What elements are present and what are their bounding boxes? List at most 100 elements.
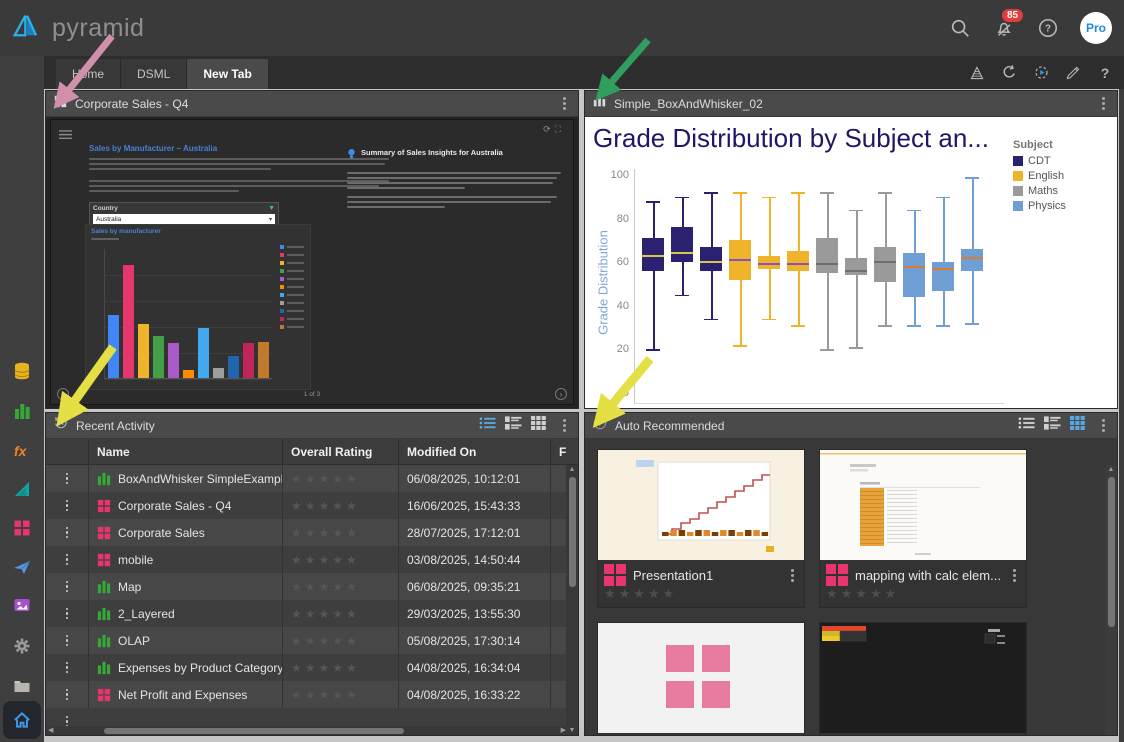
view-gridv-icon-active[interactable] bbox=[1070, 416, 1085, 435]
row-menu-icon[interactable] bbox=[61, 498, 73, 514]
rating-stars[interactable]: ★★★★★ bbox=[291, 472, 360, 486]
rating-stars[interactable]: ★★★★★ bbox=[291, 661, 360, 675]
row-menu-icon[interactable] bbox=[61, 714, 73, 728]
table-row[interactable]: BoxAndWhisker SimpleExample★★★★★06/08/20… bbox=[46, 465, 568, 492]
rating-stars[interactable]: ★★★★★ bbox=[291, 688, 360, 702]
scrollbar-thumb[interactable] bbox=[569, 477, 576, 587]
rating-stars[interactable]: ★★★★★ bbox=[291, 634, 360, 648]
card-thumbnail[interactable] bbox=[598, 450, 804, 560]
next-slide-button[interactable]: › bbox=[555, 388, 567, 400]
rating-stars[interactable]: ★★★★★ bbox=[598, 586, 804, 607]
recommended-card[interactable]: mapping with calc elem...★★★★★ bbox=[819, 449, 1027, 608]
column-header-overall-rating[interactable]: Overall Rating bbox=[282, 439, 398, 464]
sidebar-item-paper-plane[interactable] bbox=[12, 557, 32, 577]
panel-menu-icon[interactable] bbox=[558, 96, 570, 112]
rating-stars[interactable]: ★★★★★ bbox=[291, 553, 360, 567]
table-row[interactable]: Corporate Sales★★★★★28/07/2025, 17:12:01 bbox=[46, 519, 568, 546]
table-row[interactable]: OLAP★★★★★05/08/2025, 17:30:14 bbox=[46, 627, 568, 654]
sidebar-item-home[interactable] bbox=[3, 701, 41, 739]
rating-stars[interactable]: ★★★★★ bbox=[291, 499, 360, 513]
pyramid-tool-icon[interactable] bbox=[968, 64, 986, 82]
sidebar-item-database[interactable] bbox=[12, 361, 32, 381]
scroll-up-icon[interactable]: ▲ bbox=[569, 465, 576, 475]
tab-new-tab[interactable]: New Tab bbox=[187, 59, 268, 89]
scroll-right-icon[interactable]: ▶ bbox=[561, 726, 566, 736]
table-row[interactable]: Expenses by Product Category a★★★★★04/08… bbox=[46, 654, 568, 681]
help-icon[interactable]: ? bbox=[1036, 16, 1060, 40]
sidebar-item-grid[interactable] bbox=[12, 518, 32, 538]
sidebar-item-bar-chart[interactable] bbox=[12, 401, 32, 421]
table-row[interactable]: mobile★★★★★03/08/2025, 14:50:44 bbox=[46, 546, 568, 573]
row-menu-icon[interactable] bbox=[61, 471, 73, 487]
recommended-card[interactable]: ★★★★★ bbox=[597, 622, 805, 736]
filter-dropdown[interactable]: Australia▾ bbox=[93, 214, 275, 224]
slide-menu-icon[interactable] bbox=[59, 126, 72, 144]
refresh-run-icon[interactable] bbox=[1032, 64, 1050, 82]
row-menu-icon[interactable] bbox=[61, 525, 73, 541]
rating-stars[interactable]: ★★★★★ bbox=[291, 526, 360, 540]
search-icon[interactable] bbox=[948, 16, 972, 40]
row-menu-icon[interactable] bbox=[61, 552, 73, 568]
sidebar-item-gear[interactable] bbox=[12, 636, 32, 656]
tab-dsml[interactable]: DSML bbox=[121, 59, 187, 89]
row-menu-icon[interactable] bbox=[61, 633, 73, 649]
table-row[interactable] bbox=[46, 708, 568, 727]
view-detail-icon[interactable] bbox=[505, 416, 522, 435]
recommended-card[interactable]: ★★★★★ bbox=[819, 622, 1027, 736]
sidebar-item-set-square[interactable] bbox=[12, 479, 32, 499]
avatar[interactable]: Pro bbox=[1080, 12, 1112, 44]
scrollbar-thumb[interactable] bbox=[1108, 477, 1115, 627]
view-list-icon-active[interactable] bbox=[479, 416, 496, 435]
edit-pencil-icon[interactable] bbox=[1064, 64, 1082, 82]
card-menu-icon[interactable] bbox=[1008, 567, 1020, 583]
column-header-name[interactable]: Name bbox=[88, 439, 282, 464]
table-row[interactable]: Corporate Sales - Q4★★★★★16/06/2025, 15:… bbox=[46, 492, 568, 519]
panel-menu-icon[interactable] bbox=[1097, 418, 1109, 434]
scroll-left-icon[interactable]: ◀ bbox=[48, 726, 53, 736]
recommended-card[interactable]: Presentation1★★★★★ bbox=[597, 449, 805, 608]
row-menu-icon[interactable] bbox=[61, 579, 73, 595]
boxwhisker-chart[interactable]: Grade Distribution by Subject an...Grade… bbox=[585, 117, 1117, 408]
table-vertical-scrollbar[interactable]: ▲ ▼ bbox=[566, 465, 578, 736]
card-thumbnail[interactable] bbox=[820, 450, 1026, 560]
panel-header[interactable]: Simple_BoxAndWhisker_02 bbox=[585, 91, 1117, 117]
view-list-icon[interactable] bbox=[1018, 416, 1035, 435]
table-row[interactable]: Net Profit and Expenses★★★★★04/08/2025, … bbox=[46, 681, 568, 708]
sidebar-item-folder[interactable] bbox=[12, 676, 32, 696]
scrollbar-thumb[interactable] bbox=[104, 728, 404, 734]
scroll-down-icon[interactable]: ▼ bbox=[569, 726, 576, 736]
table-row[interactable]: Map★★★★★06/08/2025, 09:35:21 bbox=[46, 573, 568, 600]
sidebar-item-image[interactable] bbox=[12, 595, 32, 615]
rating-stars[interactable]: ★★★★★ bbox=[291, 580, 360, 594]
panel-header[interactable]: Auto Recommended bbox=[585, 413, 1117, 439]
presentation-preview[interactable]: ⟳⛶Sales by Manufacturer – AustraliaCount… bbox=[50, 119, 574, 405]
undo-icon[interactable] bbox=[1000, 64, 1018, 82]
tab-home[interactable]: Home bbox=[56, 59, 121, 89]
card-thumbnail[interactable] bbox=[598, 623, 804, 733]
tab-help-icon[interactable]: ? bbox=[1096, 64, 1114, 82]
column-header-f[interactable]: F bbox=[550, 439, 568, 464]
notifications-icon[interactable]: 85 bbox=[992, 16, 1016, 40]
row-menu-icon[interactable] bbox=[61, 687, 73, 703]
sidebar-item-formulas[interactable]: fx bbox=[12, 441, 32, 461]
panel-header[interactable]: Corporate Sales - Q4 bbox=[46, 91, 578, 117]
card-menu-icon[interactable] bbox=[786, 567, 798, 583]
panel-menu-icon[interactable] bbox=[1097, 96, 1109, 112]
row-menu-icon[interactable] bbox=[61, 606, 73, 622]
table-row[interactable]: 2_Layered★★★★★29/03/2025, 13:55:30 bbox=[46, 600, 568, 627]
view-gridv-icon[interactable] bbox=[531, 416, 546, 435]
panel-menu-icon[interactable] bbox=[558, 418, 570, 434]
table-horizontal-scrollbar[interactable]: ◀ ▶ bbox=[46, 726, 568, 735]
card-thumbnail[interactable] bbox=[820, 623, 1026, 733]
row-cell-menu bbox=[46, 633, 88, 649]
column-header-modified-on[interactable]: Modified On bbox=[398, 439, 550, 464]
rating-stars[interactable]: ★★★★★ bbox=[820, 586, 1026, 607]
panel-header[interactable]: Recent Activity bbox=[46, 413, 578, 439]
box bbox=[961, 249, 983, 271]
cards-vertical-scrollbar[interactable]: ▲ ▼ bbox=[1105, 465, 1117, 736]
slide-toolbar-icons[interactable]: ⟳⛶ bbox=[543, 124, 565, 135]
row-menu-icon[interactable] bbox=[61, 660, 73, 676]
rating-stars[interactable]: ★★★★★ bbox=[291, 607, 360, 621]
scroll-up-icon[interactable]: ▲ bbox=[1108, 465, 1115, 475]
view-detail-icon[interactable] bbox=[1044, 416, 1061, 435]
